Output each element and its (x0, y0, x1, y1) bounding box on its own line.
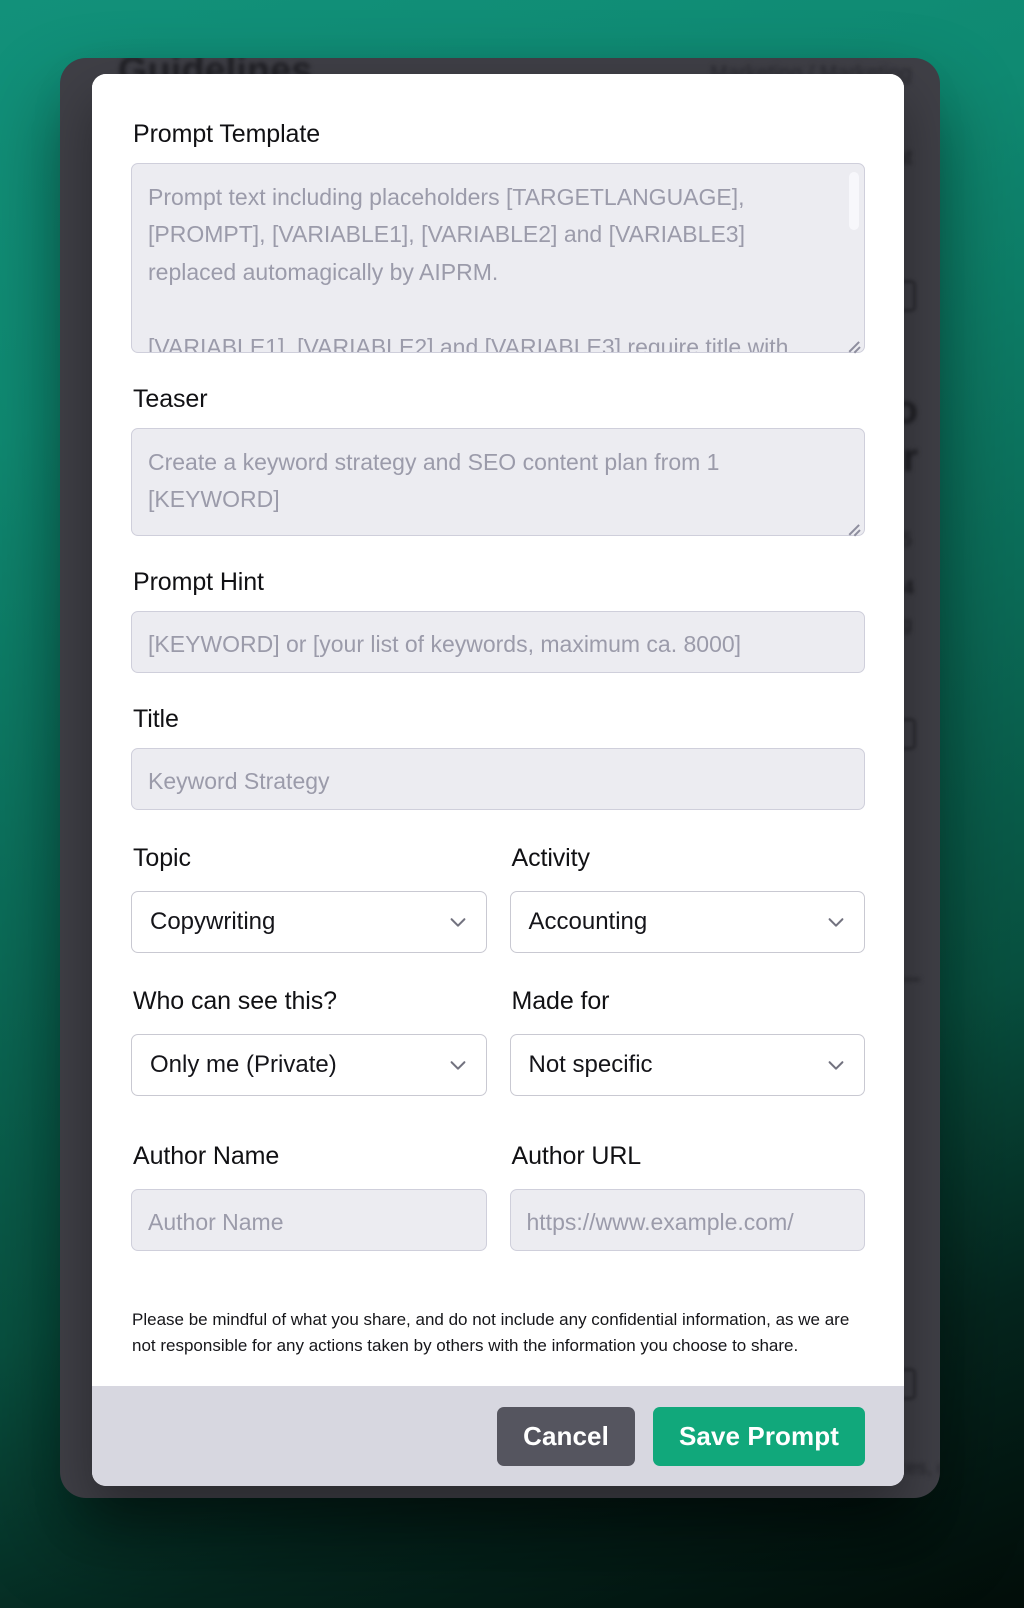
topic-activity-row: Copywriting Accounting (131, 891, 865, 953)
prompt-template-field[interactable]: Prompt text including placeholders [TARG… (131, 163, 865, 353)
author-name-label: Author Name (133, 1142, 280, 1170)
chevron-down-icon (447, 1054, 469, 1076)
topic-selected-value: Copywriting (150, 908, 276, 935)
visibility-select[interactable]: Only me (Private) (131, 1034, 487, 1096)
teaser-textarea[interactable]: Create a keyword strategy and SEO conten… (131, 428, 865, 536)
chevron-down-icon (825, 911, 847, 933)
author-input-row: Author Name https://www.example.com/ (131, 1189, 865, 1251)
prompt-template-placeholder-paragraph-2: [VARIABLE1], [VARIABLE2] and [VARIABLE3]… (148, 334, 789, 353)
share-disclaimer: Please be mindful of what you share, and… (132, 1310, 850, 1356)
edit-prompt-dialog: Prompt Template Prompt text including pl… (92, 74, 904, 1486)
visibility-selected-value: Only me (Private) (150, 1051, 337, 1078)
prompt-template-scrollbar-thumb[interactable] (849, 172, 859, 230)
prompt-template-textarea[interactable]: Prompt text including placeholders [TARG… (131, 163, 865, 353)
prompt-template-label: Prompt Template (133, 120, 321, 148)
activity-label: Activity (511, 844, 590, 872)
author-name-input[interactable]: Author Name (131, 1189, 487, 1251)
prompt-template-blank-line (148, 291, 838, 329)
prompt-hint-input[interactable]: [KEYWORD] or [your list of keywords, max… (131, 611, 865, 673)
topic-activity-label-row: Topic Activity (131, 844, 865, 873)
prompt-template-placeholder-paragraph-1: Prompt text including placeholders [TARG… (148, 184, 745, 285)
topic-label: Topic (133, 844, 191, 872)
author-label-row: Author Name Author URL (131, 1142, 865, 1171)
title-field[interactable]: Keyword Strategy (131, 748, 865, 810)
made-for-select[interactable]: Not specific (509, 1034, 865, 1096)
title-label: Title (133, 705, 179, 733)
teaser-field[interactable]: Create a keyword strategy and SEO conten… (131, 428, 865, 536)
chevron-down-icon (825, 1054, 847, 1076)
author-url-label: Author URL (511, 1142, 642, 1170)
topic-select[interactable]: Copywriting (131, 891, 487, 953)
title-input[interactable]: Keyword Strategy (131, 748, 865, 810)
visibility-label: Who can see this? (133, 987, 337, 1015)
screen: Guidelines Marketing / Marketing reat eb… (0, 0, 1024, 1608)
dialog-footer: Cancel Save Prompt (92, 1386, 904, 1486)
activity-selected-value: Accounting (528, 908, 648, 935)
author-url-input[interactable]: https://www.example.com/ (509, 1189, 865, 1251)
activity-select[interactable]: Accounting (509, 891, 865, 953)
made-for-selected-value: Not specific (528, 1051, 653, 1078)
prompt-hint-field[interactable]: [KEYWORD] or [your list of keywords, max… (131, 611, 865, 673)
chevron-down-icon (447, 911, 469, 933)
save-prompt-button[interactable]: Save Prompt (652, 1406, 865, 1466)
dialog-body: Prompt Template Prompt text including pl… (92, 74, 904, 1386)
visibility-madefor-label-row: Who can see this? Made for (131, 987, 865, 1016)
cancel-button[interactable]: Cancel (497, 1406, 635, 1466)
teaser-label: Teaser (133, 385, 208, 413)
visibility-madefor-row: Only me (Private) Not specific (131, 1034, 865, 1096)
prompt-hint-label: Prompt Hint (133, 568, 264, 596)
made-for-label: Made for (511, 987, 610, 1015)
